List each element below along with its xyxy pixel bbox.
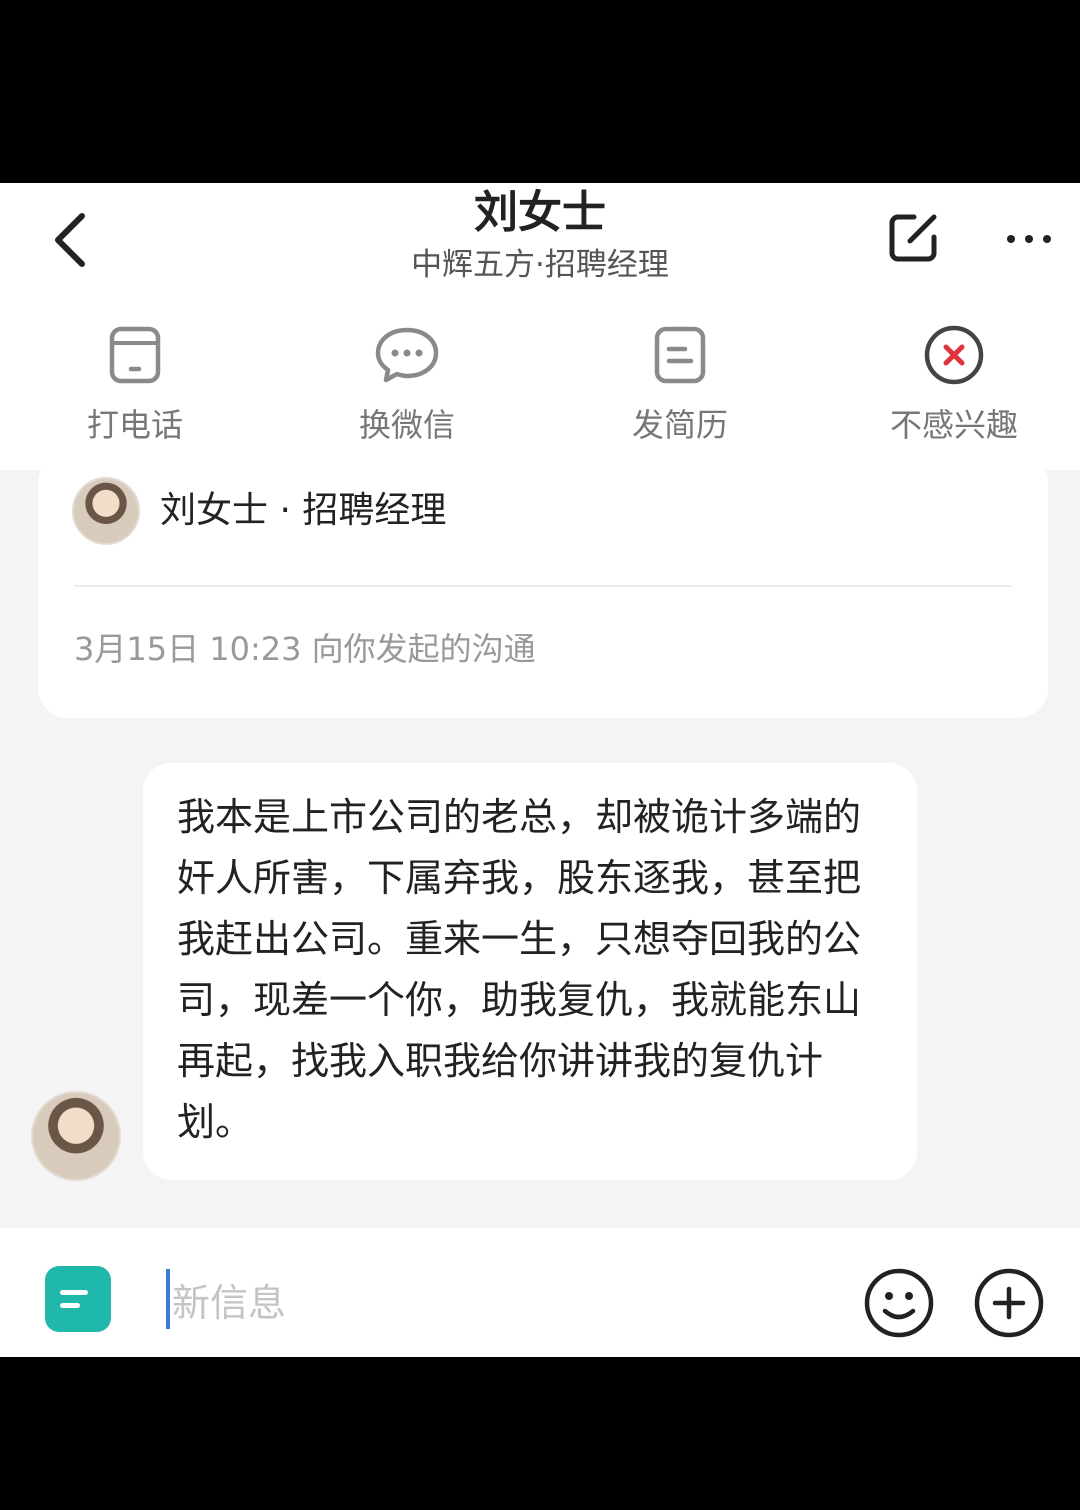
- letterbox-bottom: [0, 1357, 1080, 1510]
- title-block: 刘女士 中辉五方·招聘经理: [240, 183, 840, 285]
- close-circle-icon: [920, 321, 988, 389]
- chat-screen: 刘女士 中辉五方·招聘经理 打电话 换微信 发简历 不感兴趣 刘女士 · 招聘经…: [0, 183, 1080, 1357]
- more-icon-dot: [1043, 235, 1051, 243]
- sender-avatar[interactable]: [31, 1091, 121, 1181]
- call-button[interactable]: 打电话: [35, 321, 235, 445]
- quick-reply-icon-line: [60, 1290, 88, 1295]
- conversation-start-time: 3月15日 10:23 向你发起的沟通: [74, 630, 536, 668]
- avatar[interactable]: [72, 477, 140, 545]
- chat-bubble-icon: [373, 321, 441, 389]
- message-text: 我本是上市公司的老总，却被诡计多端的奸人所害，下属弃我，股东逐我，甚至把我赶出公…: [177, 795, 862, 1144]
- send-resume-label: 发简历: [631, 406, 728, 444]
- card-header: 刘女士 · 招聘经理: [72, 477, 446, 545]
- phone-icon: [101, 321, 169, 389]
- contact-name: 刘女士 · 招聘经理: [160, 490, 447, 531]
- edit-icon: [889, 214, 937, 262]
- quick-reply-button[interactable]: [45, 1266, 111, 1332]
- wechat-button[interactable]: 换微信: [307, 321, 507, 445]
- more-icon-dot: [1025, 235, 1033, 243]
- back-button[interactable]: [40, 205, 100, 275]
- call-label: 打电话: [86, 406, 183, 444]
- not-interested-button[interactable]: 不感兴趣: [854, 321, 1054, 445]
- edit-button[interactable]: [880, 205, 946, 271]
- emoji-button[interactable]: [862, 1266, 936, 1340]
- action-bar: 打电话 换微信 发简历 不感兴趣: [0, 293, 1080, 470]
- plus-circle-icon: [974, 1268, 1044, 1338]
- header: 刘女士 中辉五方·招聘经理: [0, 183, 1080, 293]
- more-button[interactable]: [996, 219, 1062, 259]
- quick-reply-icon-line: [60, 1303, 80, 1308]
- page-subtitle: 中辉五方·招聘经理: [411, 247, 669, 283]
- text-caret: [166, 1269, 170, 1329]
- input-bar: 新信息: [0, 1228, 1080, 1357]
- chevron-left-icon: [55, 213, 85, 267]
- divider: [74, 585, 1012, 587]
- wechat-label: 换微信: [358, 406, 455, 444]
- contact-card[interactable]: 刘女士 · 招聘经理 3月15日 10:23 向你发起的沟通: [38, 453, 1048, 718]
- not-interested-label: 不感兴趣: [889, 406, 1018, 444]
- resume-icon: [646, 321, 714, 389]
- more-options-button[interactable]: [972, 1266, 1046, 1340]
- smiley-icon: [864, 1268, 934, 1338]
- message-bubble[interactable]: 我本是上市公司的老总，却被诡计多端的奸人所害，下属弃我，股东逐我，甚至把我赶出公…: [143, 763, 917, 1180]
- letterbox-top: [0, 0, 1080, 183]
- message-input-placeholder: 新信息: [172, 1280, 287, 1325]
- page-title: 刘女士: [474, 187, 606, 238]
- message-input[interactable]: 新信息: [166, 1266, 816, 1332]
- more-icon-dot: [1007, 235, 1015, 243]
- send-resume-button[interactable]: 发简历: [580, 321, 780, 445]
